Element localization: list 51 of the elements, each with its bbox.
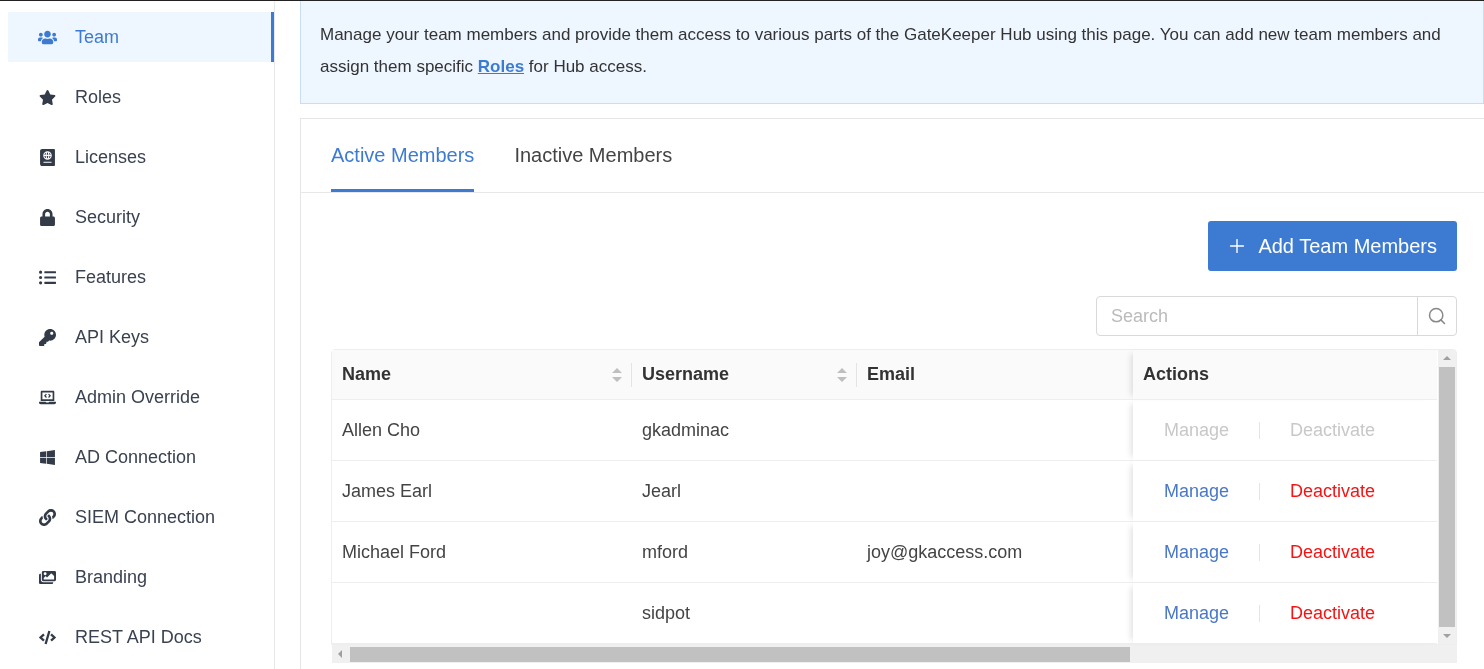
table-cell: James Earl (332, 461, 632, 522)
manage-link[interactable]: Manage (1164, 480, 1230, 502)
deactivate-link[interactable]: Deactivate (1290, 602, 1376, 624)
tab[interactable]: Active Members (331, 119, 475, 192)
deactivate-link[interactable]: Deactivate (1290, 480, 1376, 502)
sidebar-item[interactable]: Branding (8, 552, 274, 602)
list-icon (38, 268, 57, 286)
column-header: Actions (1133, 350, 1437, 400)
link-icon (38, 508, 57, 526)
search-bar[interactable]: Search (1096, 296, 1457, 336)
sidebar-item[interactable]: Roles (8, 72, 274, 122)
manage-link[interactable]: Manage (1164, 541, 1230, 563)
table-cell: gkadminac (632, 400, 857, 461)
manage-link[interactable]: Manage (1164, 602, 1230, 624)
column-header[interactable]: Username (632, 350, 857, 400)
scroll-down-icon[interactable] (1443, 632, 1451, 640)
table-cell: sidpot (632, 583, 857, 644)
roles-link[interactable]: Roles (477, 57, 525, 76)
column-header: Email (857, 350, 1133, 400)
table-cell: mford (632, 522, 857, 583)
search-icon (1427, 306, 1447, 326)
sidebar-item[interactable]: Security (8, 192, 274, 242)
sidebar-item[interactable]: Admin Override (8, 372, 274, 422)
images-icon (38, 568, 57, 586)
scroll-left-icon[interactable] (336, 650, 344, 658)
horizontal-scrollbar[interactable] (332, 645, 1457, 663)
passport-icon (38, 148, 57, 166)
deactivate-link[interactable]: Deactivate (1290, 541, 1376, 563)
table-cell: Allen Cho (332, 400, 632, 461)
info-text: Manage your team members and provide them access to various parts of the GateKeeper Hub using this page. You can add new team members and assign them specific Roles for Hub access. (300, 1, 1484, 104)
vertical-scrollbar[interactable] (1438, 350, 1456, 644)
search-field[interactable]: Search (1097, 297, 1417, 335)
add-team-members-button[interactable]: Add Team Members (1208, 221, 1457, 271)
lock-icon (38, 208, 57, 226)
table-cell: Jearl (632, 461, 857, 522)
sidebar-item[interactable]: SIEM Connection (8, 492, 274, 542)
sidebar-item[interactable]: Team (8, 12, 274, 62)
table-cell: Michael Ford (332, 522, 632, 583)
star-icon (38, 88, 57, 106)
sidebar-item[interactable]: Features (8, 252, 274, 302)
code-icon (38, 628, 57, 646)
sidebar-item[interactable]: API Keys (8, 312, 274, 362)
laptop-code-icon (38, 388, 57, 406)
sidebar-item[interactable]: AD Connection (8, 432, 274, 482)
key-icon (38, 328, 57, 346)
scroll-up-icon[interactable] (1443, 354, 1451, 362)
sidebar-item[interactable]: REST API Docs (8, 612, 274, 662)
column-header[interactable]: Name (332, 350, 632, 400)
tab[interactable]: Inactive Members (514, 119, 673, 192)
sidebar-item[interactable]: Licenses (8, 132, 274, 182)
windows-icon (38, 448, 57, 466)
